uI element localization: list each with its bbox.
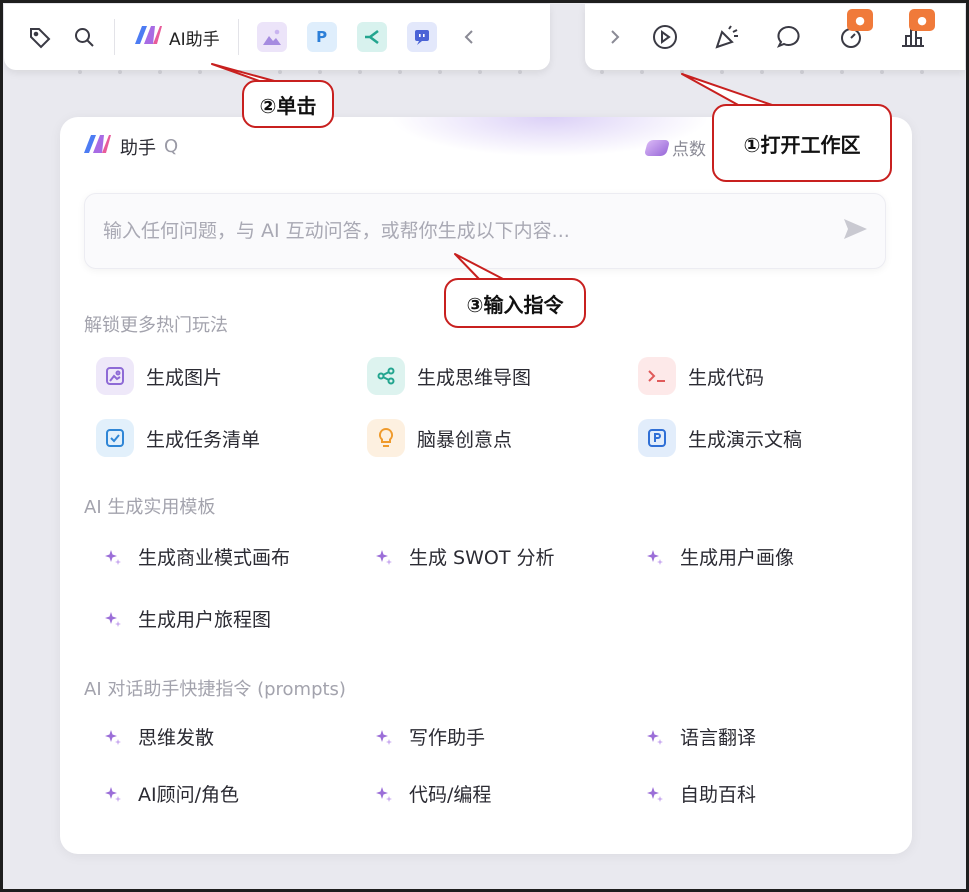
vote-badge: ●: [909, 9, 935, 31]
item-label: 写作助手: [409, 727, 486, 749]
sparkle-icon: [102, 546, 124, 568]
mindmap-app-icon[interactable]: [356, 22, 387, 52]
comment-icon[interactable]: [767, 15, 811, 59]
generate-tasklist-item[interactable]: 生成任务清单: [96, 419, 260, 457]
prompt-item-writing[interactable]: 写作助手: [373, 723, 485, 750]
prompt-item-encyclopedia[interactable]: 自助百科: [644, 780, 756, 807]
item-label: 生成演示文稿: [688, 428, 803, 451]
toolbar-left: AI助手 P: [4, 4, 550, 70]
item-label: 生成用户旅程图: [138, 609, 272, 631]
template-item-journey-map[interactable]: 生成用户旅程图: [102, 605, 271, 632]
search-icon[interactable]: [62, 15, 106, 59]
chevron-left-icon[interactable]: [447, 15, 491, 59]
generate-mindmap-item[interactable]: 生成思维导图: [367, 357, 531, 395]
generate-image-item[interactable]: 生成图片: [96, 357, 222, 395]
ai-logo-icon: [82, 133, 112, 160]
generate-presentation-item[interactable]: 生成演示文稿: [638, 419, 802, 457]
callout-open-workspace: ①打开工作区: [712, 104, 892, 182]
item-label: 生成用户画像: [680, 547, 795, 569]
section-title-unlock: 解锁更多热门玩法: [84, 315, 228, 336]
section-title-templates: AI 生成实用模板: [84, 497, 216, 518]
prompt-item-divergent[interactable]: 思维发散: [102, 723, 214, 750]
ai-assistant-panel: 助手 Q 点数 解锁更多热门玩法 生成图片 生成思维导图 生成代码 生成: [60, 117, 912, 854]
item-label: 自助百科: [680, 784, 757, 806]
tag-icon[interactable]: [18, 15, 62, 59]
sparkle-icon: [102, 726, 124, 748]
mindmap-icon: [367, 357, 405, 395]
toolbar-divider: [114, 19, 115, 55]
panel-header: 助手 Q: [82, 133, 178, 160]
lightbulb-icon: [367, 419, 405, 457]
item-label: AI顾问/角色: [138, 784, 240, 806]
code-icon: [638, 357, 676, 395]
template-item-business-canvas[interactable]: 生成商业模式画布: [102, 543, 290, 570]
section-title-prompts: AI 对话助手快捷指令 (prompts): [84, 679, 346, 700]
template-item-swot[interactable]: 生成 SWOT 分析: [373, 543, 555, 570]
prompt-input-box: [84, 193, 886, 269]
sparkle-icon: [373, 783, 395, 805]
panel-title: 助手: [120, 137, 156, 159]
prompt-item-translate[interactable]: 语言翻译: [644, 723, 756, 750]
timer-icon[interactable]: ●: [829, 9, 873, 59]
sparkle-icon: [102, 608, 124, 630]
item-label: 代码/编程: [409, 784, 492, 806]
points-label: 点数: [672, 140, 706, 160]
item-label: 生成 SWOT 分析: [409, 547, 555, 569]
ai-assistant-label: AI助手: [169, 29, 220, 50]
item-label: 脑暴创意点: [417, 428, 513, 451]
points-indicator[interactable]: 点数: [643, 135, 706, 160]
panel-title-suffix: Q: [164, 136, 179, 157]
generate-code-item[interactable]: 生成代码: [638, 357, 764, 395]
brainstorm-item[interactable]: 脑暴创意点: [367, 419, 512, 457]
item-label: 生成商业模式画布: [138, 547, 291, 569]
prompt-input[interactable]: [103, 220, 841, 242]
ai-assistant-button[interactable]: AI助手: [123, 15, 230, 59]
callout-click: ②单击: [242, 80, 334, 128]
image-app-icon[interactable]: [256, 22, 287, 52]
sparkle-icon: [102, 783, 124, 805]
image-icon: [96, 357, 134, 395]
template-item-persona[interactable]: 生成用户画像: [644, 543, 794, 570]
chevron-right-icon[interactable]: [593, 15, 637, 59]
sparkle-icon: [373, 726, 395, 748]
checklist-icon: [96, 419, 134, 457]
callout-enter-command: ③输入指令: [444, 278, 586, 328]
timer-badge: ●: [847, 9, 873, 31]
play-icon[interactable]: [643, 15, 687, 59]
item-label: 生成任务清单: [146, 428, 261, 451]
send-icon[interactable]: [841, 215, 869, 247]
prompt-item-coding[interactable]: 代码/编程: [373, 780, 491, 807]
presentation-icon: [638, 419, 676, 457]
canvas-dot-row: [78, 70, 522, 74]
sparkle-icon: [373, 546, 395, 568]
sparkle-icon: [644, 546, 666, 568]
presentation-app-icon[interactable]: P: [306, 22, 337, 52]
celebrate-icon[interactable]: [705, 15, 749, 59]
sparkle-icon: [644, 726, 666, 748]
item-label: 生成图片: [146, 366, 223, 389]
item-label: 语言翻译: [680, 727, 757, 749]
toolbar-right: ● ●: [585, 4, 965, 70]
prompt-item-advisor[interactable]: AI顾问/角色: [102, 780, 239, 807]
sparkle-icon: [644, 783, 666, 805]
ai-logo-icon: [133, 24, 163, 51]
gem-icon: [643, 139, 671, 156]
vote-icon[interactable]: ●: [891, 9, 935, 59]
item-label: 生成代码: [688, 366, 765, 389]
item-label: 思维发散: [138, 727, 215, 749]
toolbar-divider: [237, 19, 239, 55]
canvas-dot-row: [600, 70, 924, 74]
whiteboard-app-icon[interactable]: [406, 22, 437, 52]
item-label: 生成思维导图: [417, 366, 532, 389]
